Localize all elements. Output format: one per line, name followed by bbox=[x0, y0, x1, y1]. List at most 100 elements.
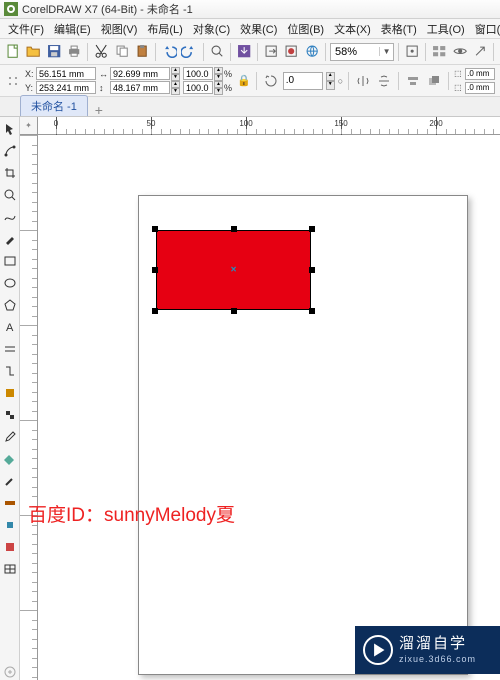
menu-table[interactable]: 表格(T) bbox=[377, 19, 421, 39]
handle-mid-right[interactable] bbox=[309, 267, 315, 273]
menu-bitmap[interactable]: 位图(B) bbox=[283, 19, 328, 39]
mesh-fill-icon[interactable] bbox=[2, 539, 18, 555]
parallel-tool-icon[interactable] bbox=[2, 341, 18, 357]
publish-icon[interactable] bbox=[282, 42, 300, 62]
cut-icon[interactable] bbox=[92, 42, 110, 62]
canvas-area: ✦ 0 50 100 150 200 × 百度 bbox=[20, 117, 500, 680]
import-icon[interactable] bbox=[235, 42, 253, 62]
menu-tools[interactable]: 工具(O) bbox=[423, 19, 469, 39]
handle-bot-left[interactable] bbox=[152, 308, 158, 314]
view-icon[interactable] bbox=[451, 42, 469, 62]
handle-top-mid[interactable] bbox=[231, 226, 237, 232]
menu-object[interactable]: 对象(C) bbox=[189, 19, 234, 39]
sx-spinner[interactable]: ▲▼ bbox=[214, 67, 223, 80]
outline1-input[interactable] bbox=[465, 68, 495, 80]
zoom-input[interactable] bbox=[331, 46, 379, 58]
grip-icon[interactable] bbox=[4, 72, 22, 90]
connector-tool-icon[interactable] bbox=[2, 363, 18, 379]
menu-effect[interactable]: 效果(C) bbox=[236, 19, 281, 39]
sy-spinner[interactable]: ▲▼ bbox=[214, 81, 223, 94]
export-icon[interactable] bbox=[262, 42, 280, 62]
ellipse-tool-icon[interactable] bbox=[2, 275, 18, 291]
scale-y-input[interactable] bbox=[183, 81, 213, 94]
order-icon[interactable] bbox=[425, 72, 443, 90]
zixue-badge: 溜溜自学 zixue.3d66.com bbox=[355, 626, 500, 674]
x-input[interactable] bbox=[36, 67, 96, 80]
height-input[interactable] bbox=[110, 81, 170, 94]
overflow-icon[interactable] bbox=[2, 664, 18, 680]
interactive-fill-icon[interactable] bbox=[2, 495, 18, 511]
shape-tool-icon[interactable] bbox=[2, 143, 18, 159]
watermark-text: 百度ID：sunnyMelody夏 bbox=[28, 500, 235, 527]
handle-top-right[interactable] bbox=[309, 226, 315, 232]
save-icon[interactable] bbox=[45, 42, 63, 62]
fill-tool-icon[interactable] bbox=[2, 451, 18, 467]
scale-group: ▲▼% ▲▼% bbox=[183, 67, 234, 94]
ruler-origin[interactable]: ✦ bbox=[20, 117, 38, 135]
menu-view[interactable]: 视图(V) bbox=[97, 19, 142, 39]
handle-mid-left[interactable] bbox=[152, 267, 158, 273]
zoom-combo[interactable]: ▼ bbox=[330, 43, 394, 61]
smart-fill-icon[interactable] bbox=[2, 517, 18, 533]
outline-tool-icon[interactable] bbox=[2, 473, 18, 489]
handle-top-left[interactable] bbox=[152, 226, 158, 232]
polygon-tool-icon[interactable] bbox=[2, 297, 18, 313]
snap-icon[interactable] bbox=[403, 42, 421, 62]
handle-bot-right[interactable] bbox=[309, 308, 315, 314]
crop-tool-icon[interactable] bbox=[2, 165, 18, 181]
scale-x-input[interactable] bbox=[183, 67, 213, 80]
copy-icon[interactable] bbox=[113, 42, 131, 62]
mirror-v-icon[interactable] bbox=[375, 72, 393, 90]
freehand-tool-icon[interactable] bbox=[2, 209, 18, 225]
options-icon[interactable] bbox=[430, 42, 448, 62]
new-icon[interactable] bbox=[4, 42, 22, 62]
menu-layout[interactable]: 布局(L) bbox=[143, 19, 186, 39]
property-bar: X: Y: ↔▲▼ ↕▲▼ ▲▼% ▲▼% 🔒 ▲▼ ○ ⬚ ⬚ bbox=[0, 65, 500, 97]
mirror-h-icon[interactable] bbox=[354, 72, 372, 90]
search-icon[interactable] bbox=[208, 42, 226, 62]
effects-tool-icon[interactable] bbox=[2, 385, 18, 401]
text-tool-icon[interactable]: A bbox=[2, 319, 18, 335]
eyedropper-tool-icon[interactable] bbox=[2, 429, 18, 445]
artistic-tool-icon[interactable] bbox=[2, 231, 18, 247]
add-tab-icon[interactable]: + bbox=[92, 102, 106, 116]
angle-spinner[interactable]: ▲▼ bbox=[326, 72, 335, 90]
lock-icon[interactable]: 🔒 bbox=[237, 74, 251, 87]
y-label: Y: bbox=[25, 83, 35, 93]
undo-icon[interactable] bbox=[160, 42, 178, 62]
ruler-horizontal[interactable]: 0 50 100 150 200 bbox=[38, 117, 500, 135]
print-icon[interactable] bbox=[65, 42, 83, 62]
document-tab[interactable]: 未命名 -1 bbox=[20, 95, 88, 116]
chevron-down-icon[interactable]: ▼ bbox=[379, 47, 393, 56]
transparency-tool-icon[interactable] bbox=[2, 407, 18, 423]
width-spinner[interactable]: ▲▼ bbox=[171, 67, 180, 80]
redo-icon[interactable] bbox=[180, 42, 198, 62]
align-icon[interactable] bbox=[404, 72, 422, 90]
menu-window[interactable]: 窗口(W) bbox=[471, 19, 500, 39]
main-area: A ✦ 0 50 100 150 200 bbox=[0, 117, 500, 680]
out1-icon: ⬚ bbox=[454, 69, 464, 78]
handle-bot-mid[interactable] bbox=[231, 308, 237, 314]
paste-icon[interactable] bbox=[133, 42, 151, 62]
ruler-vertical[interactable] bbox=[20, 135, 38, 680]
outline2-input[interactable] bbox=[465, 82, 495, 94]
angle-input[interactable] bbox=[283, 72, 323, 90]
menu-file[interactable]: 文件(F) bbox=[4, 19, 48, 39]
web-icon[interactable] bbox=[303, 42, 321, 62]
menu-text[interactable]: 文本(X) bbox=[330, 19, 375, 39]
selected-rectangle[interactable]: × bbox=[156, 230, 311, 310]
table-tool-icon[interactable] bbox=[2, 561, 18, 577]
width-input[interactable] bbox=[110, 67, 170, 80]
rectangle-tool-icon[interactable] bbox=[2, 253, 18, 269]
workspace[interactable]: × bbox=[38, 135, 500, 680]
launch-icon[interactable] bbox=[471, 42, 489, 62]
menu-edit[interactable]: 编辑(E) bbox=[50, 19, 95, 39]
height-spinner[interactable]: ▲▼ bbox=[171, 81, 180, 94]
pick-tool-icon[interactable] bbox=[2, 121, 18, 137]
separator bbox=[493, 43, 494, 61]
y-input[interactable] bbox=[36, 81, 96, 94]
open-icon[interactable] bbox=[24, 42, 42, 62]
zoom-tool-icon[interactable] bbox=[2, 187, 18, 203]
separator bbox=[425, 43, 426, 61]
window-title: CorelDRAW X7 (64-Bit) - 未命名 -1 bbox=[22, 1, 193, 17]
